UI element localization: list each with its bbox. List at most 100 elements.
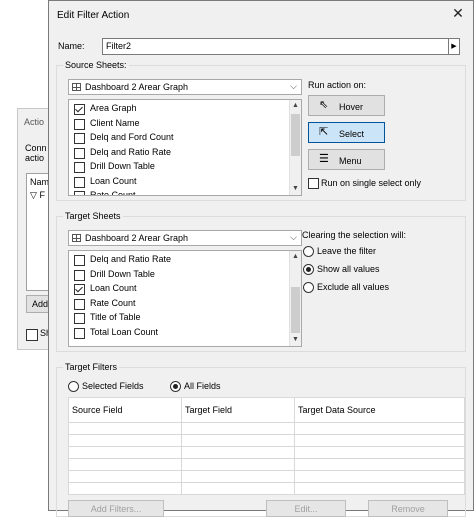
list-item-checkbox[interactable] bbox=[74, 327, 85, 339]
list-item-label: Title of Table bbox=[90, 312, 141, 322]
table-row[interactable] bbox=[68, 434, 465, 447]
table-header-row: Source Field Target Field Target Data So… bbox=[68, 397, 465, 423]
table-cell bbox=[294, 482, 465, 495]
table-cell bbox=[68, 422, 182, 435]
list-item-checkbox[interactable] bbox=[74, 104, 85, 115]
chevron-down-icon: ⌵ bbox=[290, 81, 297, 91]
all-fields-radio[interactable] bbox=[170, 381, 181, 392]
background-dialog-text: Conn actio bbox=[25, 143, 47, 163]
dashboard-icon bbox=[72, 83, 81, 91]
table-row[interactable] bbox=[68, 482, 465, 495]
hover-button-label: Hover bbox=[339, 102, 364, 112]
list-item-checkbox[interactable] bbox=[74, 298, 85, 310]
single-select-checkbox[interactable] bbox=[308, 178, 319, 189]
click-icon: ⇱ bbox=[319, 126, 329, 138]
list-item-checkbox[interactable] bbox=[74, 162, 85, 173]
column-header-source-field[interactable]: Source Field bbox=[68, 397, 182, 423]
list-item-label: Drill Down Table bbox=[90, 268, 155, 279]
table-row[interactable] bbox=[68, 422, 465, 435]
table-cell bbox=[181, 446, 295, 459]
background-line-2: actio bbox=[25, 153, 45, 163]
name-input[interactable]: Filter2 bbox=[102, 38, 449, 55]
table-cell bbox=[294, 434, 465, 447]
table-cell bbox=[68, 446, 182, 459]
source-sheets-list[interactable]: Area Graph Client Name Delq and Ford Count… bbox=[68, 99, 302, 196]
list-item-checkbox[interactable] bbox=[74, 269, 85, 281]
single-select-label: Run on single select only bbox=[321, 178, 422, 188]
remove-button[interactable]: Remove bbox=[368, 500, 448, 517]
list-item-label: Rate Count bbox=[90, 190, 136, 196]
selected-fields-label: Selected Fields bbox=[82, 381, 144, 391]
list-item-label: Loan Count bbox=[90, 283, 137, 293]
table-cell bbox=[294, 422, 465, 435]
table-cell bbox=[294, 458, 465, 471]
list-item-label: Drill Down Table bbox=[90, 161, 155, 171]
column-header-target-field[interactable]: Target Field bbox=[181, 397, 295, 423]
leave-filter-radio[interactable] bbox=[303, 246, 314, 257]
dialog-title: Edit Filter Action bbox=[57, 10, 130, 21]
list-item-checkbox[interactable] bbox=[74, 191, 85, 195]
show-all-values-radio[interactable] bbox=[303, 264, 314, 275]
list-item-label: Loan Count bbox=[90, 175, 137, 186]
source-sheets-dropdown-value: Dashboard 2 Arear Graph bbox=[85, 82, 189, 92]
clearing-label: Clearing the selection will: bbox=[302, 230, 407, 240]
scroll-up-icon[interactable]: ▲ bbox=[290, 252, 301, 262]
source-sheets-scrollbar[interactable]: ▲ ▼ bbox=[289, 100, 301, 195]
table-cell bbox=[68, 458, 182, 471]
scroll-down-icon[interactable]: ▼ bbox=[290, 335, 301, 345]
add-filters-button[interactable]: Add Filters... bbox=[68, 500, 164, 517]
exclude-all-values-radio[interactable] bbox=[303, 282, 314, 293]
target-filters-table[interactable]: Source Field Target Field Target Data So… bbox=[68, 397, 465, 495]
table-cell bbox=[294, 446, 465, 459]
target-sheets-list[interactable]: Delq and Ratio Rate Drill Down Table Loan … bbox=[68, 250, 302, 347]
list-item-checkbox[interactable] bbox=[74, 255, 85, 266]
menu-button-label: Menu bbox=[339, 156, 362, 166]
background-list-header: Nam bbox=[30, 177, 50, 187]
table-row[interactable] bbox=[68, 470, 465, 483]
list-item-checkbox[interactable] bbox=[74, 313, 85, 324]
name-menu-arrow-icon[interactable]: ▶ bbox=[448, 38, 460, 55]
select-button-label: Select bbox=[339, 129, 365, 139]
list-item-label: Total Loan Count bbox=[90, 326, 159, 337]
table-cell bbox=[294, 470, 465, 483]
table-cell bbox=[181, 422, 295, 435]
source-sheets-legend: Source Sheets: bbox=[63, 60, 129, 70]
list-item-label: Delq and Ford Count bbox=[90, 132, 174, 142]
table-cell bbox=[181, 458, 295, 471]
hover-button[interactable]: ⇖ Hover bbox=[308, 95, 385, 116]
background-list-row[interactable]: ▽ F bbox=[30, 190, 45, 201]
target-sheets-scrollbar[interactable]: ▲ ▼ bbox=[289, 251, 301, 346]
close-icon[interactable]: ✕ bbox=[451, 6, 465, 20]
scroll-down-icon[interactable]: ▼ bbox=[290, 184, 301, 194]
filter-icon: ▽ bbox=[30, 190, 37, 200]
scrollbar-thumb[interactable] bbox=[291, 287, 300, 333]
list-item-checkbox[interactable] bbox=[74, 118, 85, 130]
table-row[interactable] bbox=[68, 458, 465, 471]
table-cell bbox=[68, 482, 182, 495]
source-sheets-dropdown[interactable]: Dashboard 2 Arear Graph ⌵ bbox=[68, 79, 302, 95]
background-line-1: Conn bbox=[25, 143, 47, 153]
run-action-label: Run action on: bbox=[308, 80, 367, 90]
target-sheets-legend: Target Sheets bbox=[63, 211, 123, 221]
list-item-checkbox[interactable] bbox=[74, 176, 85, 188]
table-row[interactable] bbox=[68, 446, 465, 459]
list-item-label: Delq and Ratio Rate bbox=[90, 254, 172, 264]
scroll-up-icon[interactable]: ▲ bbox=[290, 101, 301, 111]
select-button[interactable]: ⇱ Select bbox=[308, 122, 385, 143]
selected-fields-radio[interactable] bbox=[68, 381, 79, 392]
background-checkbox[interactable] bbox=[26, 329, 38, 341]
table-cell bbox=[181, 470, 295, 483]
edit-button[interactable]: Edit... bbox=[266, 500, 346, 517]
list-item-checkbox[interactable] bbox=[74, 133, 85, 144]
background-dialog-title: Actio bbox=[24, 117, 45, 127]
dashboard-icon bbox=[72, 234, 81, 242]
table-cell bbox=[181, 434, 295, 447]
target-sheets-dropdown[interactable]: Dashboard 2 Arear Graph ⌵ bbox=[68, 230, 302, 246]
menu-button[interactable]: ☰ Menu bbox=[308, 149, 385, 170]
column-header-target-data-source[interactable]: Target Data Source bbox=[294, 397, 465, 423]
list-item-checkbox[interactable] bbox=[74, 147, 85, 159]
chevron-down-icon: ⌵ bbox=[290, 232, 297, 242]
list-item-label: Area Graph bbox=[90, 103, 137, 113]
scrollbar-thumb[interactable] bbox=[291, 114, 300, 156]
list-item-checkbox[interactable] bbox=[74, 284, 85, 295]
